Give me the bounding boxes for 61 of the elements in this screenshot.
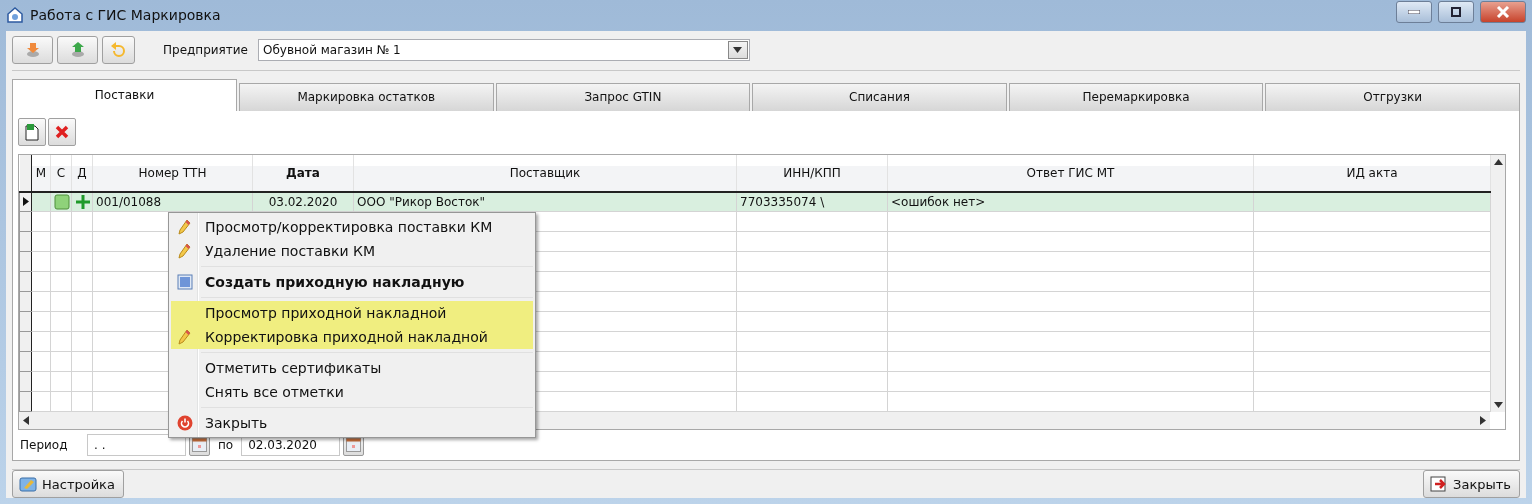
- date-from-field[interactable]: . .: [87, 434, 186, 456]
- maximize-icon: [1451, 7, 1461, 18]
- menu-item[interactable]: Закрыть: [171, 411, 533, 435]
- minimize-icon: [1408, 10, 1420, 15]
- table-icon: [177, 274, 193, 290]
- refresh-button[interactable]: [102, 36, 135, 64]
- menu-item[interactable]: Отметить сертификаты: [171, 356, 533, 380]
- download-button[interactable]: [12, 36, 53, 64]
- period-label: Период: [19, 438, 69, 452]
- menu-item[interactable]: Просмотр приходной накладной: [171, 301, 533, 325]
- column-header[interactable]: ИД акта: [1253, 154, 1491, 192]
- scroll-right-icon[interactable]: [1480, 416, 1486, 425]
- dropdown-caret-icon[interactable]: [733, 47, 743, 53]
- enterprise-dropdown[interactable]: Обувной магазин № 1: [258, 39, 750, 61]
- close-button[interactable]: [1480, 1, 1526, 24]
- current-row-icon: [22, 197, 29, 207]
- menu-item[interactable]: Просмотр/корректировка поставки КМ: [171, 215, 533, 239]
- maximize-button[interactable]: [1438, 1, 1474, 24]
- settings-button[interactable]: Настройка: [12, 470, 124, 498]
- scroll-up-icon[interactable]: [1493, 158, 1503, 165]
- settings-icon: [19, 476, 37, 492]
- column-header[interactable]: Номер ТТН: [92, 154, 253, 192]
- table-cell: <ошибок нет>: [887, 191, 1254, 212]
- pencil-icon: [178, 329, 192, 345]
- tab[interactable]: Запрос GTIN: [495, 82, 751, 111]
- exit-icon: [1430, 476, 1449, 492]
- pencil-icon: [178, 243, 192, 259]
- column-header[interactable]: Д: [71, 154, 93, 192]
- tab[interactable]: Поставки: [12, 78, 237, 111]
- window-title: Работа с ГИС Маркировка: [30, 7, 222, 24]
- menu-item[interactable]: Удаление поставки КМ: [171, 239, 533, 263]
- document-icon: [24, 122, 40, 141]
- scroll-down-icon[interactable]: [1493, 402, 1503, 408]
- close-icon: [1496, 6, 1510, 19]
- column-header[interactable]: Поставщик: [353, 154, 737, 192]
- table-cell: ООО "Рикор Восток": [353, 191, 737, 212]
- tab[interactable]: Отгрузки: [1265, 82, 1520, 111]
- column-header[interactable]: С: [50, 154, 72, 192]
- scroll-left-icon[interactable]: [23, 416, 29, 425]
- delete-button[interactable]: [48, 117, 76, 146]
- delete-icon: [55, 124, 69, 139]
- enterprise-label: Предприятие: [163, 43, 248, 57]
- tab[interactable]: Списания: [752, 82, 1007, 111]
- menu-item[interactable]: Создать приходную накладную: [171, 270, 533, 294]
- power-icon: [177, 415, 193, 431]
- refresh-icon: [109, 41, 128, 59]
- menu-item[interactable]: Корректировка приходной накладной: [171, 325, 533, 349]
- column-header[interactable]: Дата: [252, 154, 354, 192]
- pencil-icon: [178, 219, 192, 235]
- house-icon: [6, 6, 24, 25]
- minimize-button[interactable]: [1396, 1, 1432, 24]
- column-header[interactable]: ИНН/КПП: [736, 154, 888, 192]
- upload-button[interactable]: [57, 36, 98, 64]
- menu-item[interactable]: Снять все отметки: [171, 380, 533, 404]
- column-header[interactable]: Ответ ГИС МТ: [887, 154, 1254, 192]
- close-window-button[interactable]: Закрыть: [1423, 470, 1520, 498]
- column-header[interactable]: М: [31, 154, 51, 192]
- tab[interactable]: Маркировка остатков: [239, 82, 494, 111]
- to-label: по: [217, 438, 235, 452]
- tab[interactable]: Перемаркировка: [1008, 82, 1264, 111]
- new-document-button[interactable]: [18, 117, 46, 146]
